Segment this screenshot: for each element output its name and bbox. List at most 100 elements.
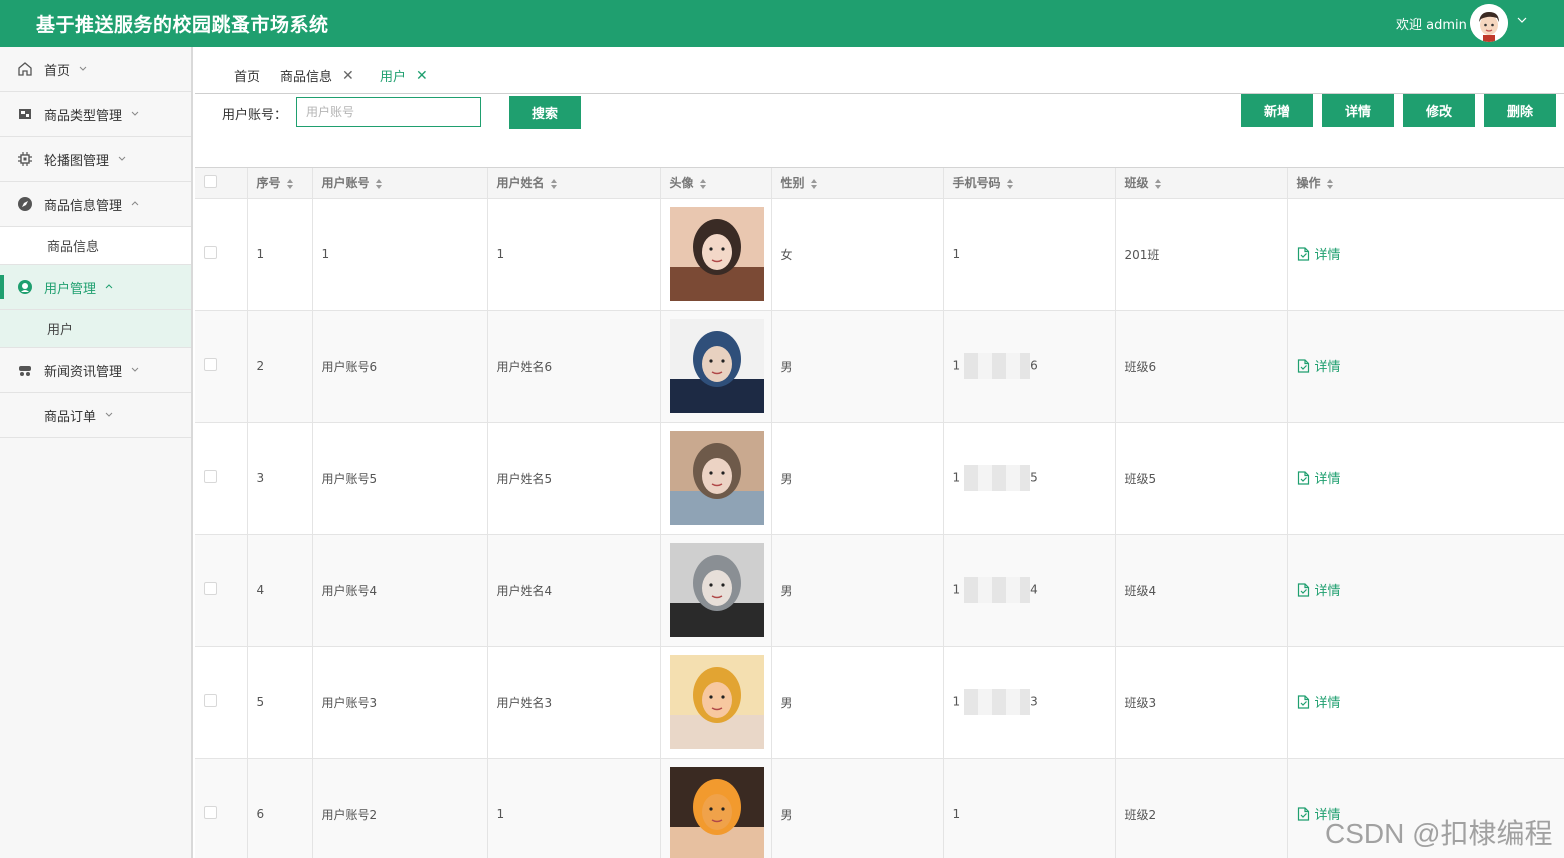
table-row[interactable]: 3 用户账号5 用户姓名5 男 1 5 班级5 详情	[195, 422, 1564, 535]
tab-users[interactable]: 用户 ✕	[380, 66, 428, 86]
row-detail-link[interactable]: 详情	[1297, 356, 1341, 375]
detail-button[interactable]: 详情	[1322, 94, 1394, 127]
sort-icon[interactable]	[810, 178, 818, 190]
row-checkbox[interactable]	[204, 582, 217, 595]
tab-product-info[interactable]: 商品信息 ✕	[280, 66, 354, 86]
sidebar-item-carousel[interactable]: 轮播图管理	[0, 137, 191, 182]
select-all-checkbox[interactable]	[204, 174, 217, 188]
row-detail-link[interactable]: 详情	[1297, 692, 1341, 711]
cell-avatar	[660, 422, 772, 535]
sort-icon[interactable]	[375, 178, 383, 190]
avatar[interactable]	[1470, 4, 1508, 42]
cell-phone: 14	[943, 534, 1116, 647]
sidebar-item-label: 新闻资讯管理	[44, 364, 123, 380]
sidebar-item-news[interactable]: 新闻资讯管理	[0, 348, 191, 393]
table-row[interactable]: 1 1 1 女 1 201班 详情	[195, 198, 1564, 311]
search-button[interactable]: 搜索	[509, 96, 581, 129]
close-icon[interactable]: ✕	[416, 68, 428, 84]
table-row[interactable]: 5 用户账号3 用户姓名3 男 1 3 班级3 详情	[195, 646, 1564, 759]
column-header-actions[interactable]: 操作	[1287, 168, 1564, 199]
cell-gender: 女	[771, 198, 944, 311]
user-photo	[669, 655, 764, 749]
table-row[interactable]: 2 用户账号6 用户姓名6 男 1 6 班级6 详情	[195, 310, 1564, 423]
column-header-gender[interactable]: 性别	[771, 168, 944, 199]
cell-phone: 15	[943, 422, 1116, 535]
blurred-region	[964, 465, 1031, 491]
cell-avatar	[660, 310, 772, 423]
cell-account: 用户账号5	[312, 422, 488, 535]
document-icon	[1297, 807, 1309, 821]
chevron-down-icon	[117, 154, 127, 164]
cell-actions: 详情	[1287, 534, 1564, 647]
sidebar: 首页 商品类型管理 轮播图管理 商品信息管理 商品信息 用户管理 用户 新闻资讯…	[0, 47, 193, 858]
avatar-cartoon-icon	[1470, 4, 1508, 42]
row-checkbox[interactable]	[204, 470, 217, 483]
cell-name: 用户姓名5	[487, 422, 661, 535]
row-checkbox[interactable]	[204, 358, 217, 371]
sidebar-item-orders[interactable]: 商品订单	[0, 393, 191, 438]
add-button[interactable]: 新增	[1241, 94, 1313, 127]
cell-class: 201班	[1115, 198, 1288, 311]
sidebar-item-label: 首页	[44, 63, 71, 79]
row-detail-link[interactable]: 详情	[1297, 468, 1341, 487]
column-header-account[interactable]: 用户账号	[312, 168, 488, 199]
sort-icon[interactable]	[286, 178, 294, 190]
row-checkbox[interactable]	[204, 806, 217, 819]
cell-gender: 男	[771, 758, 944, 858]
phone-end: 5	[1030, 470, 1038, 485]
cell-actions: 详情	[1287, 422, 1564, 535]
sidebar-subitem-users[interactable]: 用户	[0, 310, 191, 348]
chevron-down-icon[interactable]	[1516, 14, 1528, 26]
user-photo	[669, 207, 764, 301]
watermark: CSDN @扣棣编程	[1325, 818, 1553, 849]
user-icon	[16, 278, 34, 296]
sidebar-item-product-info[interactable]: 商品信息管理	[0, 182, 191, 227]
sort-icon[interactable]	[550, 178, 558, 190]
sort-icon[interactable]	[1326, 178, 1334, 190]
sidebar-item-home[interactable]: 首页	[0, 47, 191, 92]
column-header-avatar[interactable]: 头像	[660, 168, 772, 199]
close-icon[interactable]: ✕	[342, 68, 354, 84]
chevron-up-icon	[104, 282, 114, 292]
row-checkbox[interactable]	[204, 694, 217, 707]
row-detail-link[interactable]: 详情	[1297, 580, 1341, 599]
tab-label: 用户	[380, 70, 407, 85]
sort-icon[interactable]	[1006, 178, 1014, 190]
search-label: 用户账号：	[222, 108, 288, 123]
phone-end: 3	[1030, 694, 1038, 709]
table-row[interactable]: 4 用户账号4 用户姓名4 男 1 4 班级4 详情	[195, 534, 1564, 647]
blurred-region	[964, 577, 1031, 603]
document-icon	[1297, 583, 1309, 597]
search-input[interactable]	[296, 97, 481, 127]
tab-label: 商品信息	[280, 70, 333, 85]
cell-avatar	[660, 534, 772, 647]
phone-start: 1	[952, 807, 961, 821]
cell-gender: 男	[771, 310, 944, 423]
sidebar-subitem-product-info[interactable]: 商品信息	[0, 227, 191, 265]
user-photo	[669, 543, 764, 637]
cell-actions: 详情	[1287, 646, 1564, 759]
app-title: 基于推送服务的校园跳蚤市场系统	[36, 14, 329, 36]
column-header-no[interactable]: 序号	[247, 168, 313, 199]
cell-account: 用户账号4	[312, 534, 488, 647]
cell-account: 用户账号6	[312, 310, 488, 423]
sidebar-item-users[interactable]: 用户管理	[0, 265, 191, 310]
cell-gender: 男	[771, 422, 944, 535]
phone-start: 1	[952, 470, 961, 485]
category-icon	[16, 105, 34, 123]
sort-icon[interactable]	[1154, 178, 1162, 190]
tab-home[interactable]: 首页	[234, 66, 260, 85]
delete-button[interactable]: 删除	[1484, 94, 1556, 127]
column-header-class[interactable]: 班级	[1115, 168, 1288, 199]
column-header-name[interactable]: 用户姓名	[487, 168, 661, 199]
cell-avatar	[660, 646, 772, 759]
row-checkbox[interactable]	[204, 246, 217, 259]
column-header-phone[interactable]: 手机号码	[943, 168, 1116, 199]
edit-button[interactable]: 修改	[1403, 94, 1475, 127]
sidebar-item-product-type[interactable]: 商品类型管理	[0, 92, 191, 137]
cell-name: 1	[487, 758, 661, 858]
sort-icon[interactable]	[699, 178, 707, 190]
sidebar-item-label: 商品类型管理	[44, 108, 123, 124]
row-detail-link[interactable]: 详情	[1297, 244, 1341, 263]
cell-class: 班级5	[1115, 422, 1288, 535]
